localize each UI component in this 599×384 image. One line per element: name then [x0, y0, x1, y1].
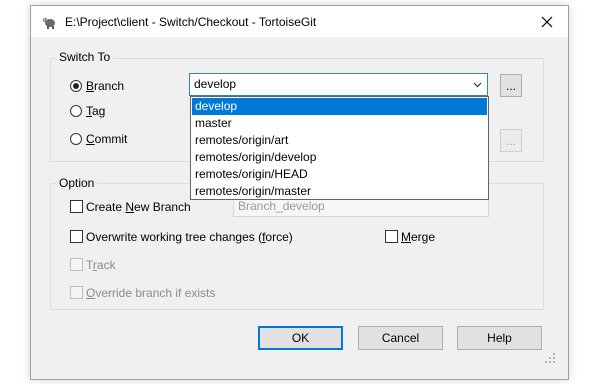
tag-radio-circle[interactable]	[70, 105, 82, 117]
branch-radio[interactable]	[70, 80, 82, 92]
overwrite-checkbox[interactable]	[70, 230, 83, 243]
switch-checkout-dialog: E:\Project\client - Switch/Checkout - To…	[30, 5, 569, 380]
tag-radio-label[interactable]: Tag	[86, 104, 105, 118]
override-checkbox	[70, 286, 83, 299]
close-icon	[541, 16, 552, 27]
dropdown-item-remotes-origin-art[interactable]: remotes/origin/art	[192, 132, 487, 149]
window-title: E:\Project\client - Switch/Checkout - To…	[65, 15, 317, 29]
branch-combobox-value: develop	[194, 77, 237, 91]
commit-radio[interactable]	[70, 133, 82, 145]
create-new-branch-label[interactable]: Create New Branch	[86, 200, 191, 214]
merge-checkbox[interactable]	[385, 230, 398, 243]
dropdown-item-master[interactable]: master	[192, 115, 487, 132]
new-branch-name-value: Branch_develop	[238, 199, 325, 213]
branch-radio-label[interactable]: Branch	[86, 79, 124, 93]
dropdown-item-develop[interactable]: develop	[192, 98, 487, 115]
browse-branch-button[interactable]: ...	[500, 74, 522, 97]
track-label: Track	[86, 258, 116, 272]
dropdown-item-remotes-origin-master[interactable]: remotes/origin/master	[192, 183, 487, 200]
override-label: Override branch if exists	[86, 286, 216, 300]
create-new-branch-checkbox[interactable]	[70, 200, 83, 213]
tortoisegit-icon	[41, 14, 57, 30]
branch-radio-circle[interactable]	[70, 80, 82, 92]
browse-commit-button: ...	[500, 129, 522, 152]
branch-combobox[interactable]: develop	[189, 73, 488, 96]
dropdown-item-remotes-origin-head[interactable]: remotes/origin/HEAD	[192, 166, 487, 183]
option-group-label: Option	[56, 176, 98, 190]
help-button[interactable]: Help	[457, 326, 542, 350]
tag-radio[interactable]	[70, 105, 82, 117]
track-checkbox	[70, 258, 83, 271]
commit-radio-circle[interactable]	[70, 133, 82, 145]
cancel-button[interactable]: Cancel	[358, 326, 443, 350]
branch-dropdown-list[interactable]: develop master remotes/origin/art remote…	[190, 96, 489, 200]
dropdown-item-remotes-origin-develop[interactable]: remotes/origin/develop	[192, 149, 487, 166]
merge-label[interactable]: Merge	[401, 230, 435, 244]
ok-button[interactable]: OK	[258, 326, 343, 350]
title-bar[interactable]: E:\Project\client - Switch/Checkout - To…	[31, 6, 568, 37]
chevron-down-icon	[473, 82, 482, 88]
resize-grip-icon[interactable]	[544, 352, 556, 364]
close-button[interactable]	[525, 6, 568, 37]
overwrite-label[interactable]: Overwrite working tree changes (force)	[86, 230, 293, 244]
commit-radio-label[interactable]: Commit	[86, 132, 127, 146]
switch-to-group-label: Switch To	[56, 50, 114, 64]
